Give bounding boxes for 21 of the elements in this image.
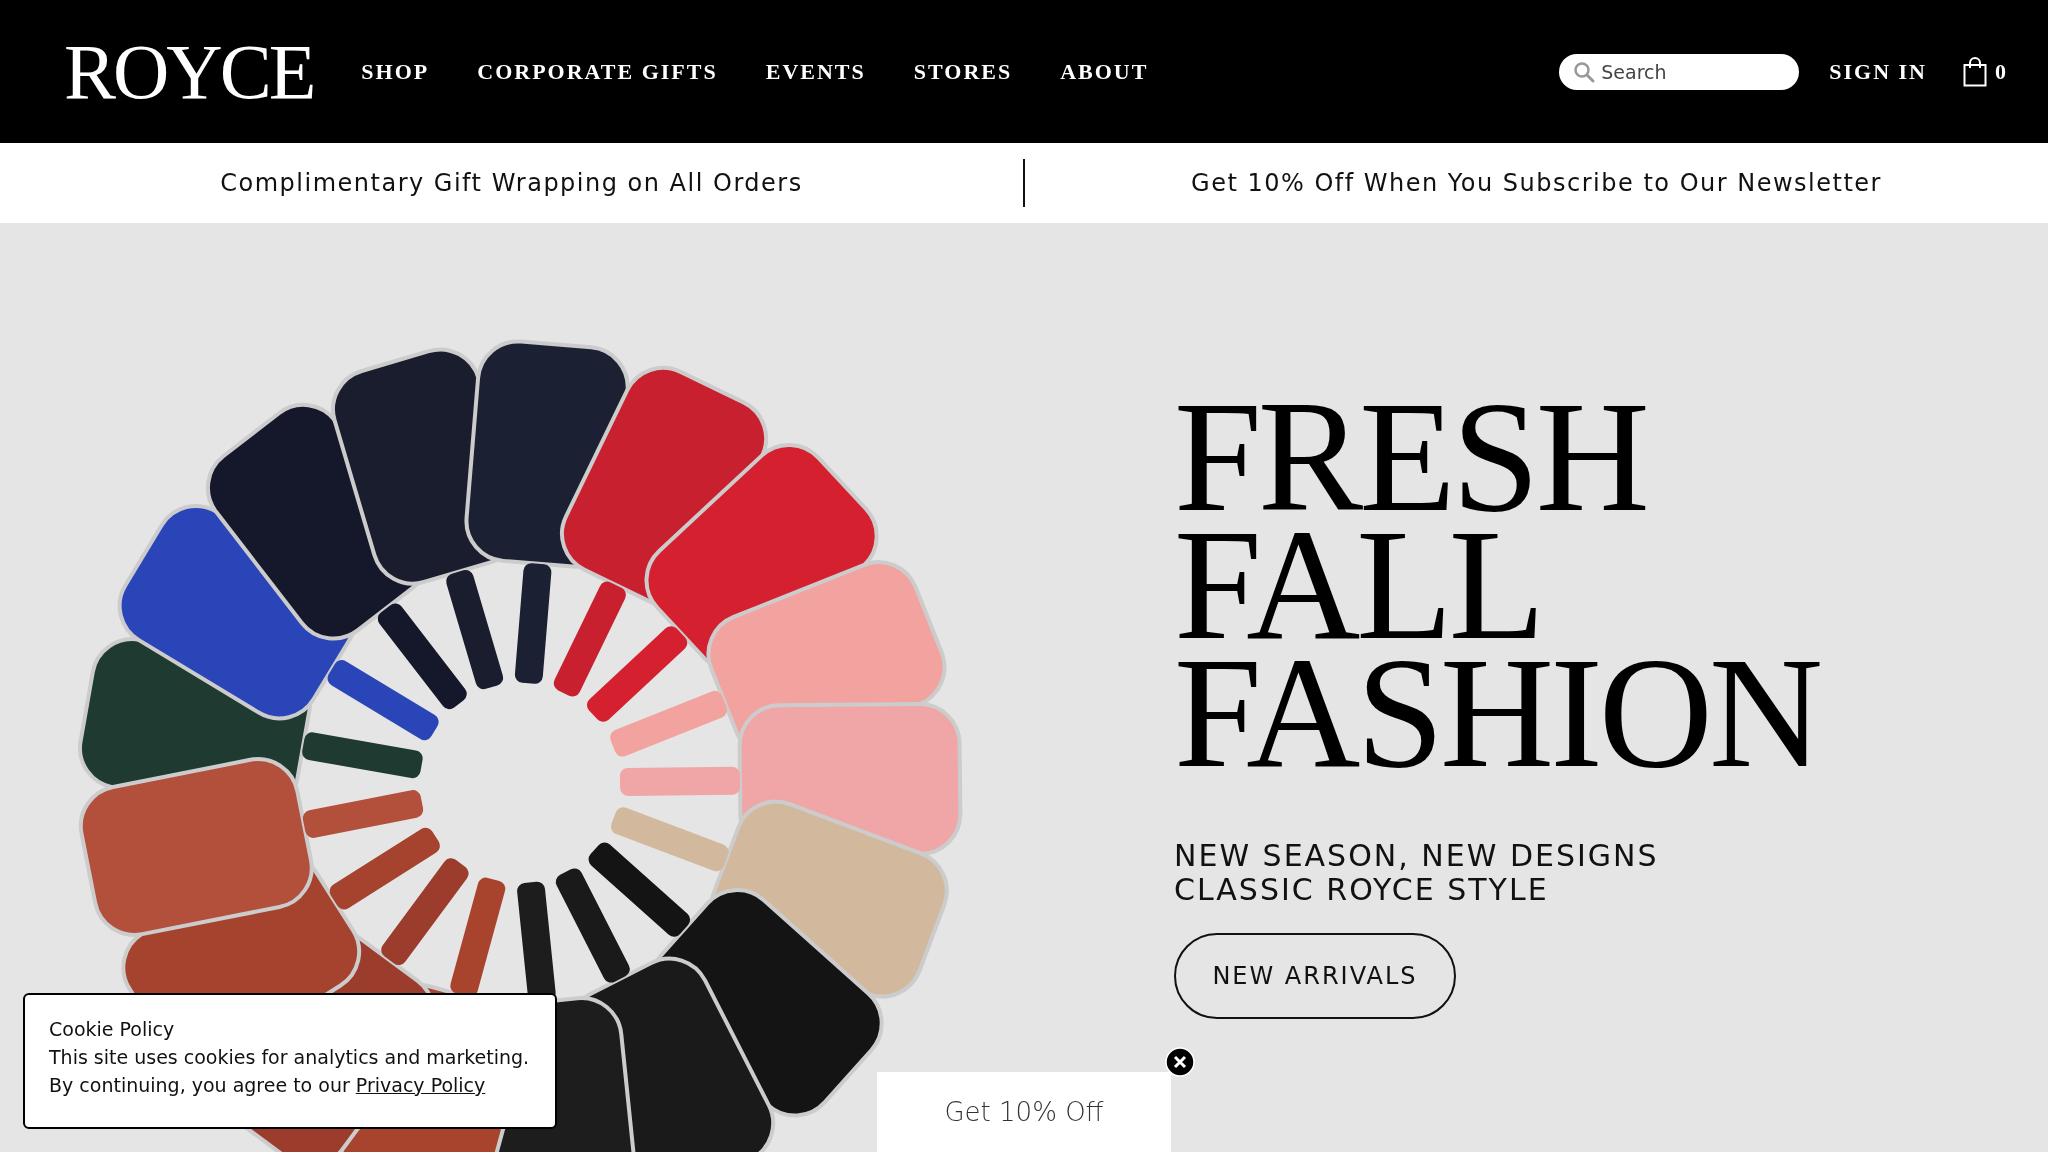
cart-count[interactable]: 0	[1995, 58, 2008, 85]
search-field[interactable]: Search	[1559, 53, 1800, 90]
nav-link[interactable]: STORES	[913, 58, 1013, 85]
promo-text[interactable]: Get 10% Off When You Subscribe to Our Newsletter	[1025, 169, 2048, 197]
nav-link[interactable]: EVENTS	[765, 58, 866, 85]
nav-link[interactable]: SHOP	[361, 58, 430, 85]
sign-in-link[interactable]: SIGN IN	[1829, 58, 1927, 85]
close-icon[interactable]	[1165, 1047, 1195, 1077]
cookie-text: This site uses cookies for analytics and marketing. By continuing, you agree to our Privacy Policy	[49, 1045, 531, 1098]
shopping-bag-icon[interactable]	[1963, 56, 1987, 87]
logo[interactable]: ROYCE	[64, 32, 314, 111]
privacy-policy-link[interactable]: Privacy Policy	[355, 1074, 486, 1096]
hero-subtitle: NEW SEASON, NEW DESIGNS CLASSIC ROYCE STYLE	[1174, 839, 1659, 907]
search-icon	[1573, 60, 1596, 83]
cookie-title: Cookie Policy	[49, 1017, 176, 1042]
promo-text[interactable]: Complimentary Gift Wrapping on All Orders	[0, 169, 1023, 197]
offer-tab[interactable]: Get 10% Off	[877, 1072, 1171, 1152]
nav-link[interactable]: ABOUT	[1060, 58, 1149, 85]
nav-link[interactable]: CORPORATE GIFTS	[477, 58, 718, 85]
hero-headline: FRESH FALL FASHION	[1174, 393, 1820, 777]
new-arrivals-button[interactable]: NEW ARRIVALS	[1174, 933, 1456, 1019]
